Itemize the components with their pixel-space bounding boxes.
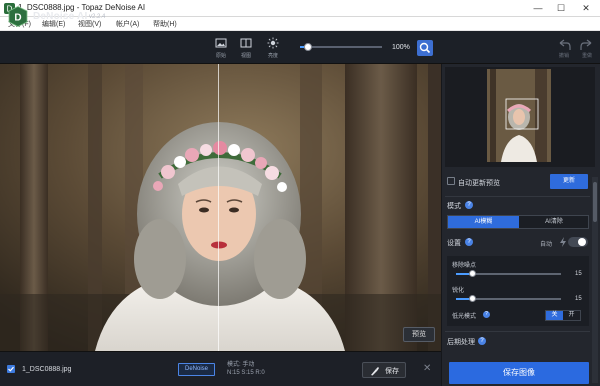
sharpen-label: 锐化: [452, 288, 465, 294]
file-name: 1_DSC0888.jpg: [22, 366, 72, 373]
mode-help-icon[interactable]: ?: [465, 201, 473, 209]
redo-button[interactable]: 重做: [578, 38, 596, 62]
postprocess-label: 后期处理: [447, 339, 475, 346]
panel-scrollbar[interactable]: [592, 177, 598, 383]
denoise-logo-icon: D: [8, 6, 28, 27]
mode-option-ai-blur[interactable]: AI模糊: [448, 216, 519, 228]
divider: [445, 196, 590, 197]
mode-summary: 模式: 手动 N:15 S:15 R:0: [227, 361, 265, 377]
image-icon: [215, 38, 227, 48]
lowlight-label: 低光模式: [452, 314, 477, 320]
save-file-button[interactable]: 保存: [362, 362, 406, 378]
save-image-button[interactable]: 保存图像: [449, 362, 589, 384]
undo-icon: [559, 39, 571, 50]
auto-update-label: 自动更新预览: [458, 180, 500, 187]
remove-noise-label: 移除噪点: [452, 263, 477, 269]
remove-file-icon[interactable]: ✕: [423, 363, 431, 374]
preview-button[interactable]: 预览: [403, 327, 435, 342]
redo-icon: [580, 39, 592, 50]
scrollbar-thumb[interactable]: [593, 182, 597, 222]
lowlight-switch: 关 开: [545, 310, 581, 321]
svg-text:D: D: [14, 13, 21, 24]
split-view-icon: [240, 38, 252, 48]
postprocess-help-icon[interactable]: ?: [478, 337, 486, 345]
menu-account[interactable]: 帐户(A): [116, 19, 139, 29]
undo-button[interactable]: 撤销: [555, 38, 573, 62]
settings-help-icon[interactable]: ?: [465, 238, 473, 246]
view-brightness-button[interactable]: 亮度: [262, 36, 284, 60]
brush-icon: [371, 367, 379, 376]
check-icon: [8, 366, 14, 372]
mode-label: 模式: [447, 203, 461, 210]
auto-update-checkbox[interactable]: [447, 177, 455, 185]
navigator-thumbnail[interactable]: [487, 69, 551, 162]
zoom-slider-track[interactable]: [300, 46, 382, 48]
portrait-photo: [0, 64, 441, 351]
magnifier-icon: [419, 42, 431, 54]
sharpen-value: 15: [575, 296, 582, 302]
mode-selector: AI模糊 AI清除: [447, 215, 589, 229]
toggle-knob: [578, 238, 586, 246]
settings-label: 设置: [447, 240, 461, 247]
mode-line: 模式: 手动: [227, 362, 255, 368]
minimize-button[interactable]: —: [532, 2, 544, 14]
model-badge: DeNoise: [178, 363, 215, 376]
auto-toggle[interactable]: [568, 237, 588, 247]
close-button[interactable]: ✕: [580, 2, 592, 14]
remove-noise-handle[interactable]: [468, 270, 476, 277]
lowlight-on[interactable]: 开: [563, 311, 580, 320]
lowlight-off[interactable]: 关: [546, 311, 563, 320]
remove-noise-value: 15: [575, 271, 582, 277]
view-split-button[interactable]: 视图: [235, 36, 257, 60]
menu-help[interactable]: 帮助(H): [153, 19, 177, 29]
params-line: N:15 S:15 R:0: [227, 370, 265, 376]
maximize-button[interactable]: ☐: [555, 2, 567, 14]
mode-option-ai-clear[interactable]: AI清除: [519, 216, 589, 228]
sharpen-handle[interactable]: [468, 295, 476, 302]
split-divider[interactable]: [218, 64, 219, 351]
app-name: DeNoise AI: [33, 11, 88, 22]
auto-label: 自动: [540, 242, 553, 248]
view-original-button[interactable]: 原始: [210, 36, 232, 60]
lowlight-help-icon[interactable]: ?: [483, 311, 490, 318]
thumbnail-photo: [487, 69, 551, 162]
zoom-value: 100%: [392, 44, 410, 51]
lightning-icon: [560, 237, 566, 247]
app-window: D 1_DSC0888.jpg - Topaz DeNoise AI — ☐ ✕…: [0, 0, 600, 386]
zoom-button[interactable]: [417, 40, 433, 56]
update-button[interactable]: 更新: [550, 174, 588, 189]
file-checkbox[interactable]: [7, 365, 15, 373]
divider: [445, 331, 590, 332]
image-preview[interactable]: [0, 64, 441, 351]
brightness-icon: [267, 37, 279, 49]
app-version: v2.2.4: [89, 14, 106, 20]
